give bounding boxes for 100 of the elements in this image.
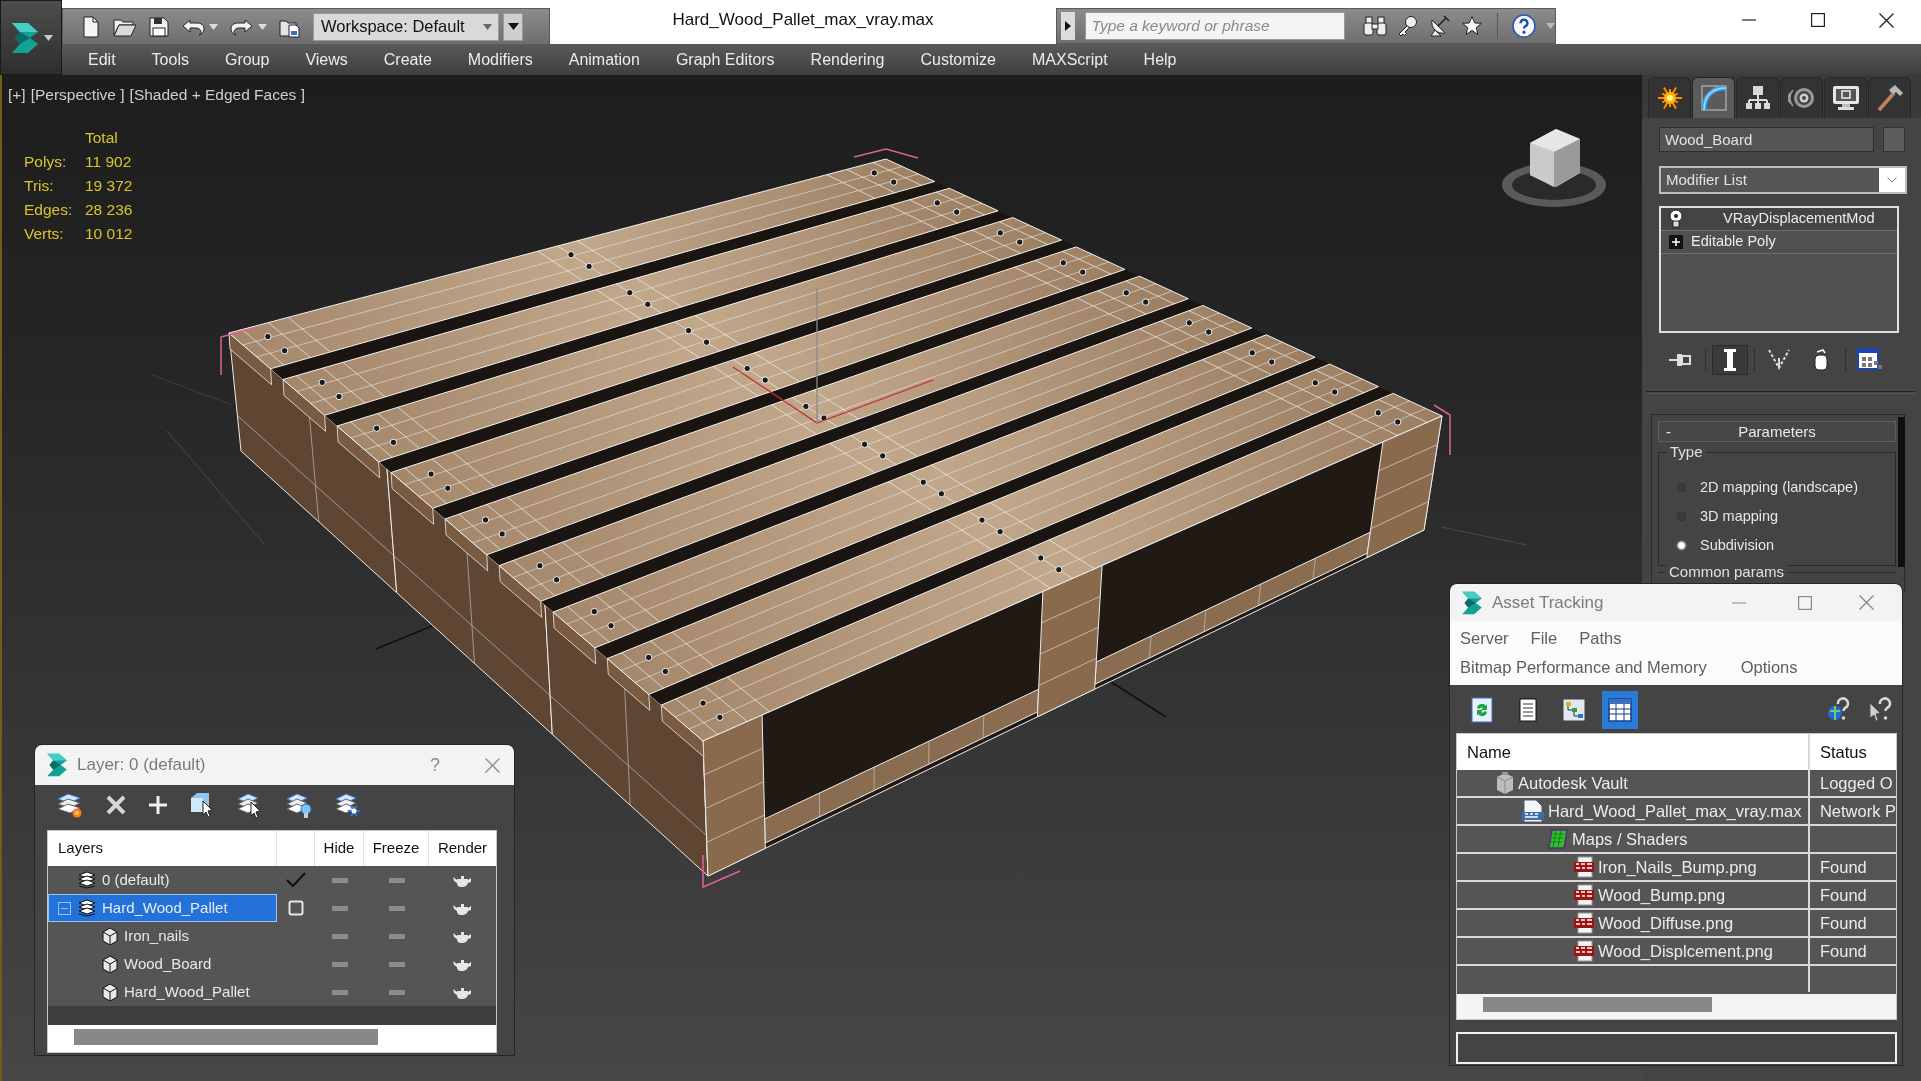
- layer-item[interactable]: Hard_Wood_Pallet: [48, 978, 277, 1006]
- layer-item[interactable]: Wood_Board: [48, 950, 277, 978]
- layers-snowflake-icon[interactable]: [334, 791, 362, 819]
- diagram-icon[interactable]: [1562, 698, 1586, 722]
- menu-item[interactable]: MAXScript: [1026, 49, 1114, 70]
- workspace-dropdown[interactable]: Workspace: Default: [313, 12, 499, 41]
- layers-bulb-icon[interactable]: [285, 791, 313, 819]
- lightbulb-icon[interactable]: [1669, 209, 1683, 229]
- plus-icon[interactable]: [148, 795, 168, 815]
- save-icon[interactable]: [149, 16, 169, 37]
- menu-item[interactable]: Group: [218, 49, 276, 70]
- menu-item[interactable]: File: [1530, 630, 1558, 647]
- scrollbar-thumb[interactable]: [1483, 997, 1712, 1012]
- option-label[interactable]: 3D mapping: [1700, 505, 1779, 528]
- box-icon[interactable]: [101, 955, 119, 973]
- check-icon[interactable]: [286, 872, 306, 888]
- layers-icon[interactable]: [77, 899, 97, 917]
- stack-item[interactable]: VRayDisplacementMod: [1661, 208, 1897, 231]
- overflow-button[interactable]: [503, 12, 523, 41]
- collapse-icon[interactable]: [58, 901, 71, 915]
- box-icon[interactable]: [101, 927, 119, 945]
- branch-icon[interactable]: [1767, 348, 1791, 372]
- box-icon[interactable]: [101, 983, 119, 1001]
- star-icon[interactable]: [1461, 15, 1484, 37]
- modifier-list-dropdown[interactable]: Modifier List: [1659, 166, 1907, 194]
- hierarchy-icon[interactable]: [1744, 85, 1771, 111]
- stack-item[interactable]: Editable Poly: [1661, 231, 1897, 254]
- layer-item[interactable]: Hard_Wood_Pallet: [48, 894, 277, 922]
- input-field[interactable]: [1456, 1032, 1897, 1064]
- list-icon[interactable]: [1519, 698, 1537, 722]
- menu-item[interactable]: Animation: [562, 49, 646, 70]
- menu-item[interactable]: Server: [1460, 630, 1509, 647]
- binoculars-icon[interactable]: [1363, 15, 1388, 37]
- panel-tab[interactable]: [1648, 77, 1691, 118]
- radio-button[interactable]: [1675, 539, 1688, 552]
- cube-cursor-icon[interactable]: [189, 791, 215, 819]
- menu-item[interactable]: Paths: [1579, 630, 1622, 647]
- scrollbar[interactable]: [1457, 994, 1896, 1019]
- bin-icon[interactable]: [1813, 349, 1829, 371]
- expand-icon[interactable]: [1669, 235, 1683, 249]
- close-icon[interactable]: [1879, 12, 1894, 28]
- expand-button[interactable]: [1061, 12, 1075, 40]
- panel-tab[interactable]: [1780, 77, 1823, 118]
- starburst-icon[interactable]: [1656, 85, 1683, 111]
- option-label[interactable]: Subdivision: [1700, 534, 1775, 557]
- key-icon[interactable]: [1397, 15, 1420, 37]
- layers-icon[interactable]: [77, 871, 97, 889]
- menu-item[interactable]: Tools: [145, 49, 195, 70]
- option-label[interactable]: 2D mapping (landscape): [1700, 476, 1858, 499]
- app-menu-button[interactable]: [0, 0, 62, 75]
- satellite-dish-icon[interactable]: [1429, 15, 1452, 37]
- table-icon[interactable]: [1608, 698, 1632, 722]
- panel-tab[interactable]: [1736, 77, 1779, 118]
- chevron-down-icon[interactable]: [1887, 177, 1897, 183]
- scrollbar-thumb[interactable]: [74, 1029, 378, 1045]
- viewport-menu-label[interactable]: [Shaded + Edged Faces ]: [129, 83, 305, 107]
- viewport-menu-label[interactable]: [Perspective ]: [30, 83, 125, 107]
- view-button[interactable]: [1602, 691, 1638, 729]
- caret-icon[interactable]: [507, 23, 519, 30]
- menu-item[interactable]: Modifiers: [461, 49, 539, 70]
- search-field[interactable]: Type a keyword or phrase: [1084, 12, 1346, 40]
- scrollbar[interactable]: [1898, 417, 1905, 567]
- delete-icon[interactable]: [105, 794, 127, 816]
- menu-item[interactable]: Customize: [914, 49, 1002, 70]
- menu-item[interactable]: Graph Editors: [669, 49, 781, 70]
- menu-item[interactable]: Rendering: [804, 49, 891, 70]
- tool-button[interactable]: [1712, 345, 1748, 375]
- triangle-right-icon[interactable]: [1064, 21, 1071, 31]
- menu-item[interactable]: Create: [377, 49, 438, 70]
- panel-tab[interactable]: [1824, 77, 1867, 118]
- column-header[interactable]: Name: [1457, 734, 1810, 770]
- refresh-icon[interactable]: [1471, 697, 1493, 723]
- concentric-circles-icon[interactable]: [1787, 85, 1816, 111]
- color-swatch[interactable]: [1883, 127, 1905, 152]
- caret-icon[interactable]: [44, 34, 53, 41]
- layer-item[interactable]: 0 (default): [48, 866, 277, 894]
- checkbox[interactable]: [288, 900, 304, 916]
- menu-item[interactable]: Help: [1137, 49, 1183, 70]
- monitor-icon[interactable]: [1831, 85, 1860, 111]
- rollout-header[interactable]: - Parameters: [1658, 421, 1896, 442]
- document-icon[interactable]: [81, 15, 101, 38]
- column-header[interactable]: Status: [1810, 734, 1896, 770]
- help-icon[interactable]: [1512, 14, 1536, 38]
- cursor-help-icon[interactable]: [1868, 697, 1894, 723]
- name-field[interactable]: Wood_Board: [1659, 127, 1875, 152]
- maximize-icon[interactable]: [1810, 13, 1825, 27]
- menu-item[interactable]: Edit: [82, 49, 122, 70]
- column-header[interactable]: Render: [429, 831, 496, 866]
- arc-icon[interactable]: [1699, 84, 1728, 112]
- menu-item[interactable]: Options: [1740, 659, 1798, 676]
- panel-tab[interactable]: [1692, 77, 1735, 118]
- panel-tab[interactable]: [1868, 77, 1911, 118]
- globe-help-icon[interactable]: [1826, 697, 1852, 723]
- folder-icon[interactable]: [113, 16, 137, 37]
- menu-item[interactable]: Views: [299, 49, 354, 70]
- layer-item[interactable]: Iron_nails: [48, 922, 277, 950]
- layers-star-icon[interactable]: [56, 791, 84, 819]
- viewport-menu-label[interactable]: [+]: [8, 83, 26, 107]
- column-icon[interactable]: [1723, 348, 1737, 372]
- hammer-icon[interactable]: [1875, 84, 1904, 112]
